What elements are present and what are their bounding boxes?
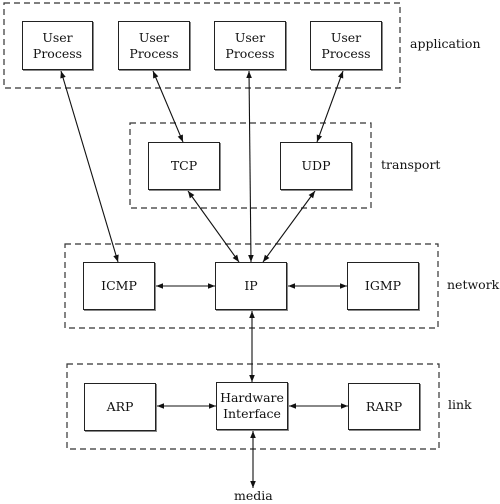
tcp-box: TCP: [148, 142, 220, 190]
arp-box: ARP: [84, 383, 156, 431]
hardware-interface-box: Hardware Interface: [216, 382, 288, 430]
network-layer-label: network: [447, 277, 500, 292]
user-process-box-3: User Process: [214, 21, 286, 70]
igmp-box: IGMP: [347, 262, 419, 310]
media-label: media: [234, 488, 273, 503]
arrow-up2-tcp: [152, 70, 184, 143]
arrow-up4-udp: [316, 70, 344, 143]
application-layer-label: application: [410, 36, 481, 51]
rarp-box: RARP: [348, 383, 420, 430]
udp-box: UDP: [280, 142, 352, 190]
user-process-box-4: User Process: [310, 21, 382, 70]
transport-layer-label: transport: [381, 157, 441, 172]
user-process-box-2: User Process: [118, 21, 190, 70]
ip-box: IP: [215, 262, 287, 310]
arrow-udp-ip: [262, 190, 316, 263]
user-process-box-1: User Process: [22, 21, 93, 70]
link-layer-label: link: [448, 397, 472, 412]
arrow-up3-ip: [246, 70, 254, 263]
icmp-box: ICMP: [83, 262, 155, 310]
arrow-up1-icmp: [60, 70, 119, 263]
arrow-tcp-ip: [187, 190, 240, 263]
